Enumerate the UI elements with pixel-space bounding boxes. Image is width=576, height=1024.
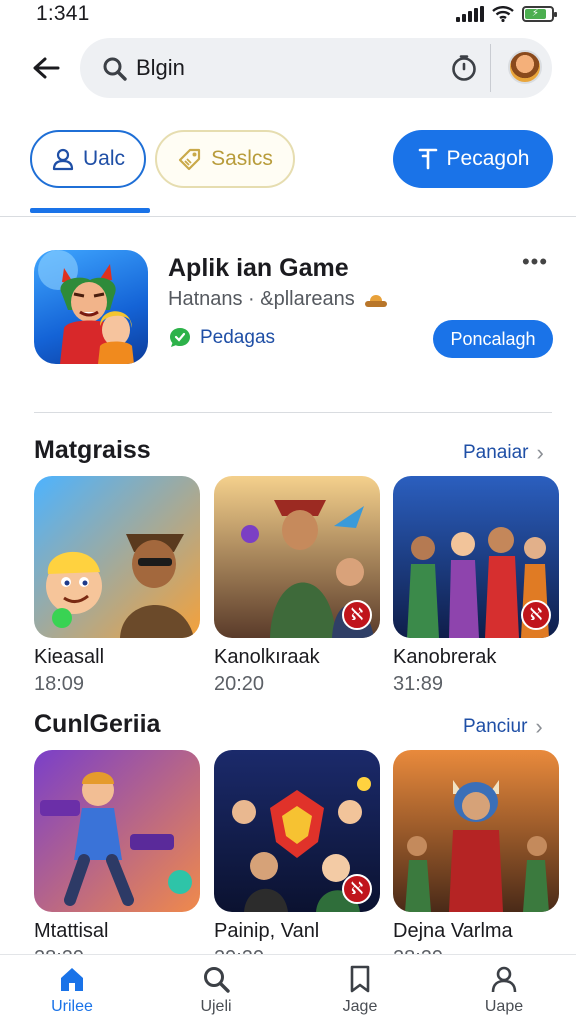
featured-app-tag: Pedagas	[168, 326, 275, 350]
status-bar: 1:341 ⚡	[0, 0, 576, 28]
section-see-all-link[interactable]: Panciur ›	[463, 714, 543, 740]
avatar[interactable]	[508, 50, 542, 84]
nav-label: Ujeli	[200, 997, 232, 1015]
pin-icon	[418, 148, 437, 170]
game-card[interactable]: ℵ Painip, Vanl 29:20	[214, 750, 380, 970]
back-button[interactable]	[28, 52, 64, 84]
nav-item-search[interactable]: Ujeli	[144, 955, 288, 1024]
featured-tag-text: Pedagas	[200, 327, 276, 348]
game-card[interactable]: Kieasall 18:09	[34, 476, 200, 696]
featured-app-art	[38, 250, 134, 364]
game-card[interactable]: ℵ Kanobrerak 31:89	[393, 476, 559, 696]
chip-label: Pecagoh	[446, 147, 530, 170]
game-card-title: Kanolkıraak	[214, 646, 320, 668]
game-card-meta: 18:09	[34, 673, 85, 695]
profile-icon	[491, 966, 517, 992]
search-divider	[490, 44, 491, 92]
featured-app-title: Aplik ian Game	[168, 254, 349, 282]
featured-install-button[interactable]: Poncalagh	[433, 320, 553, 358]
game-card-title: Deјna Varlma	[393, 920, 513, 942]
game-card-image	[393, 750, 559, 912]
nav-label: Jage	[342, 997, 378, 1015]
divider	[34, 412, 552, 413]
chat-bubble-icon	[170, 328, 190, 347]
filter-chip-pecagoh[interactable]: Pecagoh	[393, 130, 553, 188]
section-see-all-link[interactable]: Panaiar ›	[463, 440, 544, 466]
search-icon	[103, 57, 127, 81]
tag-icon	[178, 148, 201, 171]
signal-icon	[456, 6, 484, 22]
divider	[0, 216, 576, 217]
search-icon	[204, 966, 230, 993]
game-card-image: ℵ	[393, 476, 559, 638]
hat-icon	[364, 294, 387, 307]
game-card-meta: 31:89	[393, 673, 444, 695]
search-input[interactable]	[136, 50, 436, 86]
nav-label: Uape	[484, 997, 524, 1015]
featured-app-subtitle: Hatnans · &pllareans	[168, 288, 389, 311]
nav-item-bookmarks[interactable]: Jage	[288, 955, 432, 1024]
section-title: Matgraiss	[34, 436, 151, 464]
game-card-image	[34, 750, 200, 912]
nav-label: Urilee	[51, 997, 93, 1015]
timer-icon[interactable]	[450, 54, 478, 82]
game-card-title: Kanobrerak	[393, 646, 497, 668]
battery-icon: ⚡	[522, 6, 557, 22]
bottom-navigation: Urilee Ujeli Jage Uape	[0, 954, 576, 1024]
search-bar[interactable]	[80, 38, 552, 98]
more-options-icon[interactable]: •••	[518, 251, 552, 278]
filter-chip-ualc[interactable]: Ualc	[30, 130, 146, 188]
active-tab-indicator	[30, 208, 150, 213]
wifi-icon	[492, 6, 514, 22]
game-card-badge: ℵ	[342, 874, 372, 904]
game-card-image	[34, 476, 200, 638]
featured-subtitle-text: Hatnans · &pllareans	[168, 288, 355, 310]
game-card-image: ℵ	[214, 476, 380, 638]
filter-chip-saslcs[interactable]: Saslcs	[155, 130, 295, 188]
chip-label: Saslcs	[211, 147, 273, 170]
battery-level: ⚡	[525, 9, 546, 19]
featured-app-icon[interactable]	[34, 250, 148, 364]
game-card-badge: ℵ	[342, 600, 372, 630]
chevron-right-icon: ›	[536, 440, 544, 465]
home-icon	[61, 967, 83, 991]
status-time: 1:341	[36, 2, 90, 25]
user-icon	[52, 148, 74, 171]
section-link-label: Panciur	[463, 716, 528, 737]
game-card-meta: 20:20	[214, 673, 265, 695]
section-title: CunlGeriia	[34, 710, 161, 738]
game-card-badge: ℵ	[521, 600, 551, 630]
game-card-image: ℵ	[214, 750, 380, 912]
chevron-right-icon: ›	[535, 714, 543, 739]
section-link-label: Panaiar	[463, 442, 529, 463]
search-row	[0, 38, 576, 98]
game-card[interactable]: Mtattisal 28:29	[34, 750, 200, 970]
game-card-title: Painip, Vanl	[214, 920, 320, 942]
back-arrow-icon	[33, 57, 60, 79]
nav-item-profile[interactable]: Uape	[432, 955, 576, 1024]
nav-item-home[interactable]: Urilee	[0, 955, 144, 1024]
chip-label: Ualc	[82, 147, 125, 170]
game-card[interactable]: ℵ Kanolkıraak 20:20	[214, 476, 380, 696]
bookmark-icon	[350, 965, 370, 992]
game-card-title: Kieasall	[34, 646, 105, 668]
game-card-title: Mtattisal	[34, 920, 109, 942]
status-icons: ⚡	[456, 6, 557, 22]
game-card[interactable]: Deјna Varlma 28:29	[393, 750, 559, 970]
